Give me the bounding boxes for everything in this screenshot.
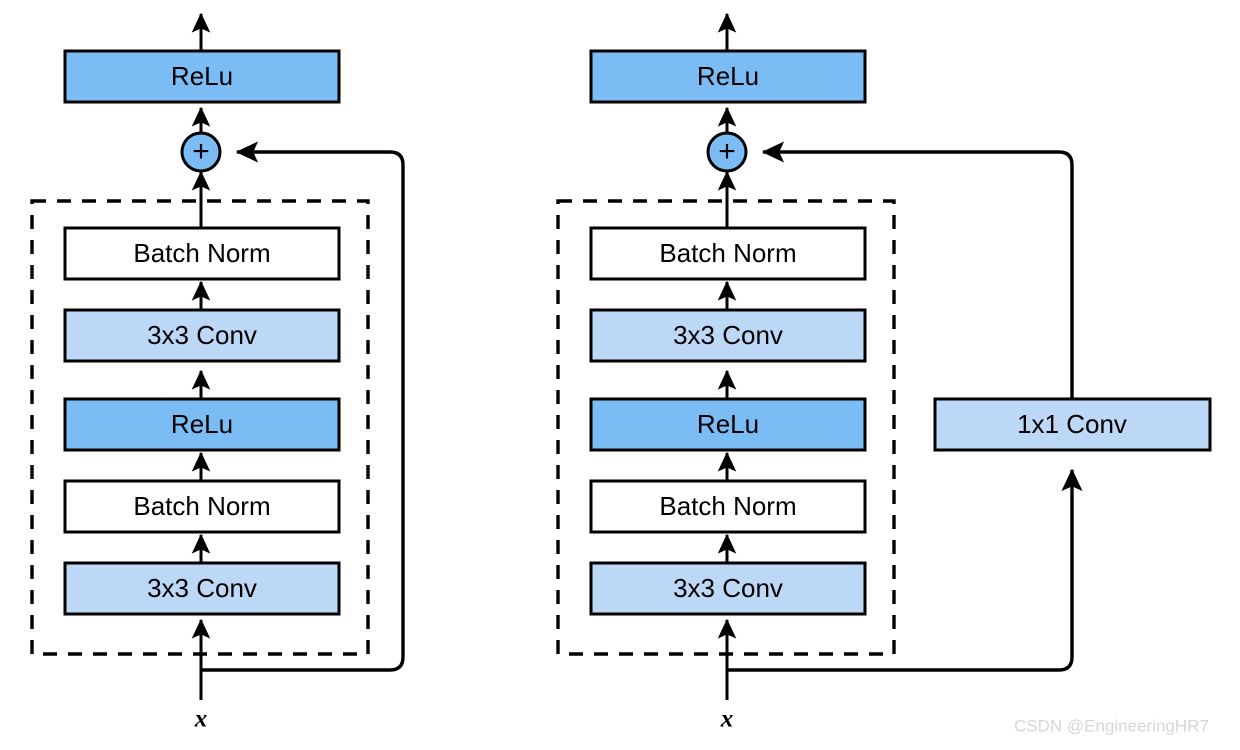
left-add-symbol: + xyxy=(192,135,210,168)
left-layer-3x3-conv-bottom-label: 3x3 Conv xyxy=(147,573,257,603)
right-layer-3x3-conv-bottom-label: 3x3 Conv xyxy=(673,573,783,603)
left-output-relu-label: ReLu xyxy=(171,61,233,91)
left-layer-3x3-conv-top-label: 3x3 Conv xyxy=(147,320,257,350)
right-layer-batch-norm-top-label: Batch Norm xyxy=(659,238,796,268)
right-input-label: x xyxy=(720,706,734,733)
right-output-relu-label: ReLu xyxy=(697,61,759,91)
right-layer-3x3-conv-top-label: 3x3 Conv xyxy=(673,320,783,350)
left-layer-batch-norm-bottom-label: Batch Norm xyxy=(133,491,270,521)
right-layer-batch-norm-bottom-label: Batch Norm xyxy=(659,491,796,521)
watermark-text: CSDN @EngineeringHR7 xyxy=(1014,716,1209,735)
left-layer-relu-inner-label: ReLu xyxy=(171,409,233,439)
right-shortcut-1x1-conv-label: 1x1 Conv xyxy=(1017,409,1127,439)
diagram-canvas: 3x3 Conv Batch Norm ReLu 3x3 Conv Batch … xyxy=(0,0,1240,750)
left-layer-batch-norm-top-label: Batch Norm xyxy=(133,238,270,268)
left-input-label: x xyxy=(194,706,208,733)
right-add-symbol: + xyxy=(718,135,736,168)
right-layer-relu-inner-label: ReLu xyxy=(697,409,759,439)
identity-residual-block: 3x3 Conv Batch Norm ReLu 3x3 Conv Batch … xyxy=(30,12,405,733)
projection-residual-block: 1x1 Conv 3x3 Conv Batch Norm ReLu 3x3 Co… xyxy=(556,12,1212,733)
